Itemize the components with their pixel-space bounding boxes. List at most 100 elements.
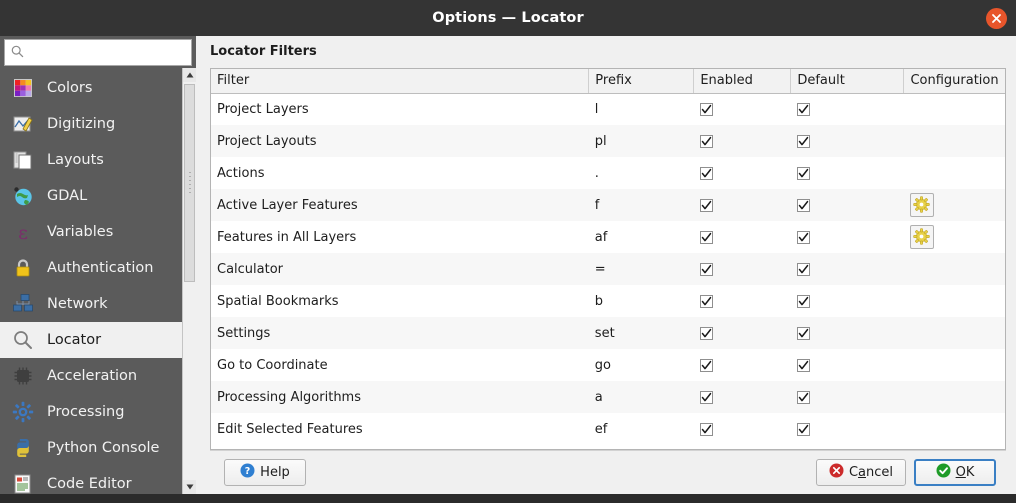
default-checkbox[interactable]: [796, 230, 810, 244]
default-checkbox[interactable]: [796, 102, 810, 116]
enabled-checkbox[interactable]: [699, 294, 713, 308]
content-panel: Locator Filters Filter Prefix Enabled De…: [196, 36, 1016, 494]
cell-default: [791, 189, 904, 221]
digitizing-icon: [10, 111, 36, 137]
column-header-configuration[interactable]: Configuration: [903, 69, 1005, 94]
table-row[interactable]: Actions.: [211, 157, 1005, 189]
cell-prefix: af: [594, 229, 608, 245]
cell-enabled: [694, 413, 791, 445]
gear-icon: [10, 399, 36, 425]
sidebar-item-locator[interactable]: Locator: [0, 322, 196, 358]
cpu-chip-icon: [10, 363, 36, 389]
ok-check-icon: [936, 463, 951, 482]
scrollbar-thumb[interactable]: [184, 84, 195, 282]
sidebar-item-processing[interactable]: Processing: [0, 394, 196, 430]
table-row[interactable]: Project Layouts pl: [211, 125, 1005, 157]
cell-enabled: [694, 189, 791, 221]
enabled-checkbox[interactable]: [699, 198, 713, 212]
code-editor-icon: [10, 471, 36, 494]
cell-prefix: .: [594, 165, 599, 181]
default-checkbox[interactable]: [796, 262, 810, 276]
layouts-icon: [10, 147, 36, 173]
cell-default: [791, 285, 904, 317]
table-row[interactable]: Active Layer Features f: [211, 189, 1005, 221]
sidebar-search[interactable]: [4, 39, 192, 66]
scroll-up-arrow-icon[interactable]: [183, 68, 196, 82]
sidebar-item-label: Code Editor: [47, 476, 132, 492]
sidebar-item-digitizing[interactable]: Digitizing: [0, 106, 196, 142]
enabled-checkbox[interactable]: [699, 326, 713, 340]
table-row[interactable]: Features in All Layers af: [211, 221, 1005, 253]
sidebar-item-layouts[interactable]: Layouts: [0, 142, 196, 178]
default-checkbox[interactable]: [796, 358, 810, 372]
enabled-checkbox[interactable]: [699, 262, 713, 276]
configure-gear-icon[interactable]: [909, 192, 934, 217]
default-checkbox[interactable]: [796, 198, 810, 212]
cell-enabled: [694, 349, 791, 381]
cell-configuration: [904, 413, 1005, 445]
sidebar-item-code-editor[interactable]: Code Editor: [0, 466, 196, 494]
cell-filter-name: Settings: [217, 325, 271, 341]
enabled-checkbox[interactable]: [699, 166, 713, 180]
enabled-checkbox[interactable]: [699, 102, 713, 116]
help-button[interactable]: ? Help: [224, 459, 306, 486]
cell-default: [791, 221, 904, 253]
enabled-checkbox[interactable]: [699, 390, 713, 404]
table-body: Project Layers l Project Layouts pl Actions.…: [211, 93, 1005, 445]
search-icon: [10, 327, 36, 353]
sidebar-item-colors[interactable]: Colors: [0, 70, 196, 106]
sidebar-item-acceleration[interactable]: Acceleration: [0, 358, 196, 394]
enabled-checkbox[interactable]: [699, 358, 713, 372]
column-header-default[interactable]: Default: [790, 69, 905, 94]
column-header-prefix[interactable]: Prefix: [588, 69, 695, 94]
default-checkbox[interactable]: [796, 390, 810, 404]
sidebar-item-label: Locator: [47, 332, 102, 348]
default-checkbox[interactable]: [796, 134, 810, 148]
enabled-checkbox[interactable]: [699, 422, 713, 436]
sidebar-item-authentication[interactable]: Authentication: [0, 250, 196, 286]
search-input[interactable]: [30, 40, 185, 65]
table-row[interactable]: Edit Selected Features ef: [211, 413, 1005, 445]
cell-filter-name: Processing Algorithms: [217, 389, 361, 405]
scrollbar-track[interactable]: [183, 82, 196, 480]
table-row[interactable]: Calculator =: [211, 253, 1005, 285]
table-row[interactable]: Go to Coordinate go: [211, 349, 1005, 381]
table-row[interactable]: Settings set: [211, 317, 1005, 349]
enabled-checkbox[interactable]: [699, 230, 713, 244]
table-header: Filter Prefix Enabled Default Configurat…: [211, 69, 1005, 94]
cancel-button[interactable]: Cancel: [815, 459, 906, 486]
sidebar-item-label: Authentication: [47, 260, 154, 276]
column-header-enabled[interactable]: Enabled: [693, 69, 792, 94]
sidebar-item-label: Layouts: [47, 152, 104, 168]
search-icon: [11, 43, 24, 62]
button-bar: ? Help Cancel OK: [210, 450, 1006, 494]
column-header-filter[interactable]: Filter: [211, 69, 590, 94]
enabled-checkbox[interactable]: [699, 134, 713, 148]
python-icon: [10, 435, 36, 461]
page-title: Locator Filters: [210, 44, 317, 59]
scroll-down-arrow-icon[interactable]: [183, 480, 196, 494]
default-checkbox[interactable]: [796, 422, 810, 436]
configure-gear-icon[interactable]: [909, 224, 934, 249]
cancel-button-label: Cancel: [848, 465, 893, 480]
cell-filter-name: Go to Coordinate: [217, 357, 328, 373]
sidebar-scrollbar[interactable]: [182, 68, 196, 494]
sidebar-item-network[interactable]: Network: [0, 286, 196, 322]
cell-configuration: [904, 381, 1005, 413]
sidebar-item-python-console[interactable]: Python Console: [0, 430, 196, 466]
cell-configuration: [904, 349, 1005, 381]
ok-button-label: OK: [955, 465, 975, 480]
sidebar-item-gdal[interactable]: GDAL: [0, 178, 196, 214]
table-row[interactable]: Project Layers l: [211, 93, 1005, 125]
cell-configuration: [904, 157, 1005, 189]
cell-configuration: [904, 253, 1005, 285]
help-button-label: Help: [260, 465, 290, 480]
close-icon[interactable]: [986, 8, 1007, 29]
default-checkbox[interactable]: [796, 166, 810, 180]
sidebar-item-variables[interactable]: ε Variables: [0, 214, 196, 250]
table-row[interactable]: Processing Algorithms a: [211, 381, 1005, 413]
ok-button[interactable]: OK: [914, 459, 996, 486]
table-row[interactable]: Spatial Bookmarks b: [211, 285, 1005, 317]
default-checkbox[interactable]: [796, 294, 810, 308]
default-checkbox[interactable]: [796, 326, 810, 340]
